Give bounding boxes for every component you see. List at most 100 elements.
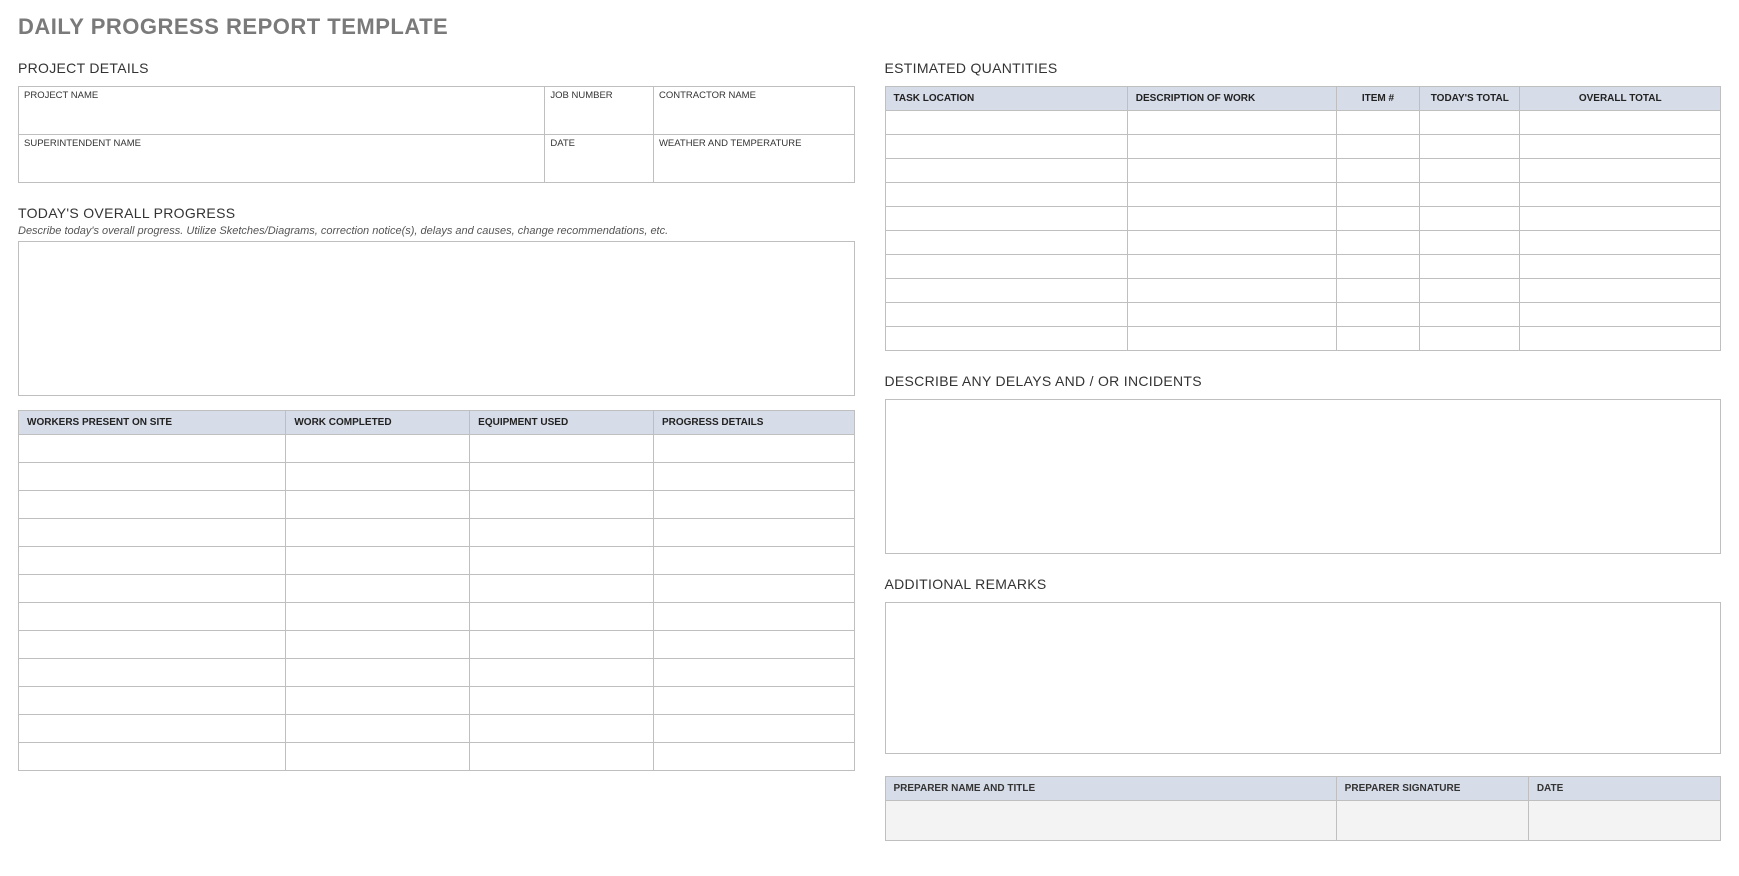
- table-cell[interactable]: [470, 603, 654, 631]
- table-cell[interactable]: [470, 575, 654, 603]
- table-cell[interactable]: [19, 575, 286, 603]
- table-cell[interactable]: [1420, 279, 1520, 303]
- table-cell[interactable]: [19, 715, 286, 743]
- superintendent-name-input[interactable]: [19, 151, 545, 183]
- weather-input[interactable]: [653, 151, 854, 183]
- preparer-sig-input[interactable]: [1336, 801, 1528, 841]
- table-cell[interactable]: [1127, 111, 1336, 135]
- table-cell[interactable]: [470, 631, 654, 659]
- table-cell[interactable]: [286, 715, 470, 743]
- table-cell[interactable]: [1520, 303, 1721, 327]
- table-cell[interactable]: [1420, 255, 1520, 279]
- table-cell[interactable]: [1336, 159, 1420, 183]
- table-cell[interactable]: [1127, 183, 1336, 207]
- table-cell[interactable]: [1336, 231, 1420, 255]
- table-cell[interactable]: [1336, 327, 1420, 351]
- table-cell[interactable]: [19, 603, 286, 631]
- table-cell[interactable]: [653, 631, 854, 659]
- table-cell[interactable]: [885, 255, 1127, 279]
- table-cell[interactable]: [653, 715, 854, 743]
- table-cell[interactable]: [470, 435, 654, 463]
- date-input[interactable]: [545, 151, 654, 183]
- table-cell[interactable]: [1336, 111, 1420, 135]
- table-cell[interactable]: [1127, 207, 1336, 231]
- table-cell[interactable]: [19, 743, 286, 771]
- table-cell[interactable]: [470, 547, 654, 575]
- table-cell[interactable]: [1336, 183, 1420, 207]
- table-cell[interactable]: [286, 603, 470, 631]
- table-cell[interactable]: [885, 231, 1127, 255]
- table-cell[interactable]: [286, 463, 470, 491]
- contractor-name-input[interactable]: [653, 103, 854, 135]
- table-cell[interactable]: [286, 743, 470, 771]
- table-cell[interactable]: [1127, 327, 1336, 351]
- project-name-input[interactable]: [19, 103, 545, 135]
- table-cell[interactable]: [1520, 255, 1721, 279]
- table-cell[interactable]: [1420, 327, 1520, 351]
- table-cell[interactable]: [653, 659, 854, 687]
- table-cell[interactable]: [1520, 135, 1721, 159]
- table-cell[interactable]: [653, 435, 854, 463]
- table-cell[interactable]: [653, 575, 854, 603]
- table-cell[interactable]: [1336, 135, 1420, 159]
- table-cell[interactable]: [653, 519, 854, 547]
- table-cell[interactable]: [1420, 183, 1520, 207]
- table-cell[interactable]: [885, 183, 1127, 207]
- table-cell[interactable]: [1420, 111, 1520, 135]
- table-cell[interactable]: [653, 603, 854, 631]
- table-cell[interactable]: [1127, 231, 1336, 255]
- preparer-name-input[interactable]: [885, 801, 1336, 841]
- table-cell[interactable]: [885, 303, 1127, 327]
- table-cell[interactable]: [1520, 159, 1721, 183]
- table-cell[interactable]: [1420, 159, 1520, 183]
- table-cell[interactable]: [1420, 207, 1520, 231]
- table-cell[interactable]: [1420, 231, 1520, 255]
- sig-date-input[interactable]: [1528, 801, 1720, 841]
- table-cell[interactable]: [19, 547, 286, 575]
- remarks-input[interactable]: [885, 602, 1722, 754]
- table-cell[interactable]: [653, 491, 854, 519]
- table-cell[interactable]: [470, 743, 654, 771]
- table-cell[interactable]: [286, 687, 470, 715]
- table-cell[interactable]: [19, 631, 286, 659]
- table-cell[interactable]: [286, 659, 470, 687]
- overall-progress-input[interactable]: [18, 241, 855, 396]
- table-cell[interactable]: [1336, 255, 1420, 279]
- table-cell[interactable]: [885, 111, 1127, 135]
- table-cell[interactable]: [1520, 111, 1721, 135]
- table-cell[interactable]: [885, 135, 1127, 159]
- table-cell[interactable]: [653, 463, 854, 491]
- table-cell[interactable]: [1127, 135, 1336, 159]
- table-cell[interactable]: [470, 715, 654, 743]
- table-cell[interactable]: [1336, 207, 1420, 231]
- table-cell[interactable]: [286, 631, 470, 659]
- table-cell[interactable]: [1520, 279, 1721, 303]
- table-cell[interactable]: [19, 435, 286, 463]
- delays-input[interactable]: [885, 399, 1722, 554]
- table-cell[interactable]: [19, 491, 286, 519]
- table-cell[interactable]: [19, 519, 286, 547]
- table-cell[interactable]: [1336, 303, 1420, 327]
- table-cell[interactable]: [653, 743, 854, 771]
- table-cell[interactable]: [1520, 327, 1721, 351]
- table-cell[interactable]: [1127, 303, 1336, 327]
- job-number-input[interactable]: [545, 103, 654, 135]
- table-cell[interactable]: [1127, 279, 1336, 303]
- table-cell[interactable]: [1520, 207, 1721, 231]
- table-cell[interactable]: [885, 207, 1127, 231]
- table-cell[interactable]: [19, 659, 286, 687]
- table-cell[interactable]: [653, 687, 854, 715]
- table-cell[interactable]: [470, 463, 654, 491]
- table-cell[interactable]: [19, 463, 286, 491]
- table-cell[interactable]: [1520, 231, 1721, 255]
- table-cell[interactable]: [470, 659, 654, 687]
- table-cell[interactable]: [1127, 159, 1336, 183]
- table-cell[interactable]: [470, 687, 654, 715]
- table-cell[interactable]: [1420, 303, 1520, 327]
- table-cell[interactable]: [19, 687, 286, 715]
- table-cell[interactable]: [885, 327, 1127, 351]
- table-cell[interactable]: [286, 519, 470, 547]
- table-cell[interactable]: [885, 279, 1127, 303]
- table-cell[interactable]: [470, 491, 654, 519]
- table-cell[interactable]: [286, 547, 470, 575]
